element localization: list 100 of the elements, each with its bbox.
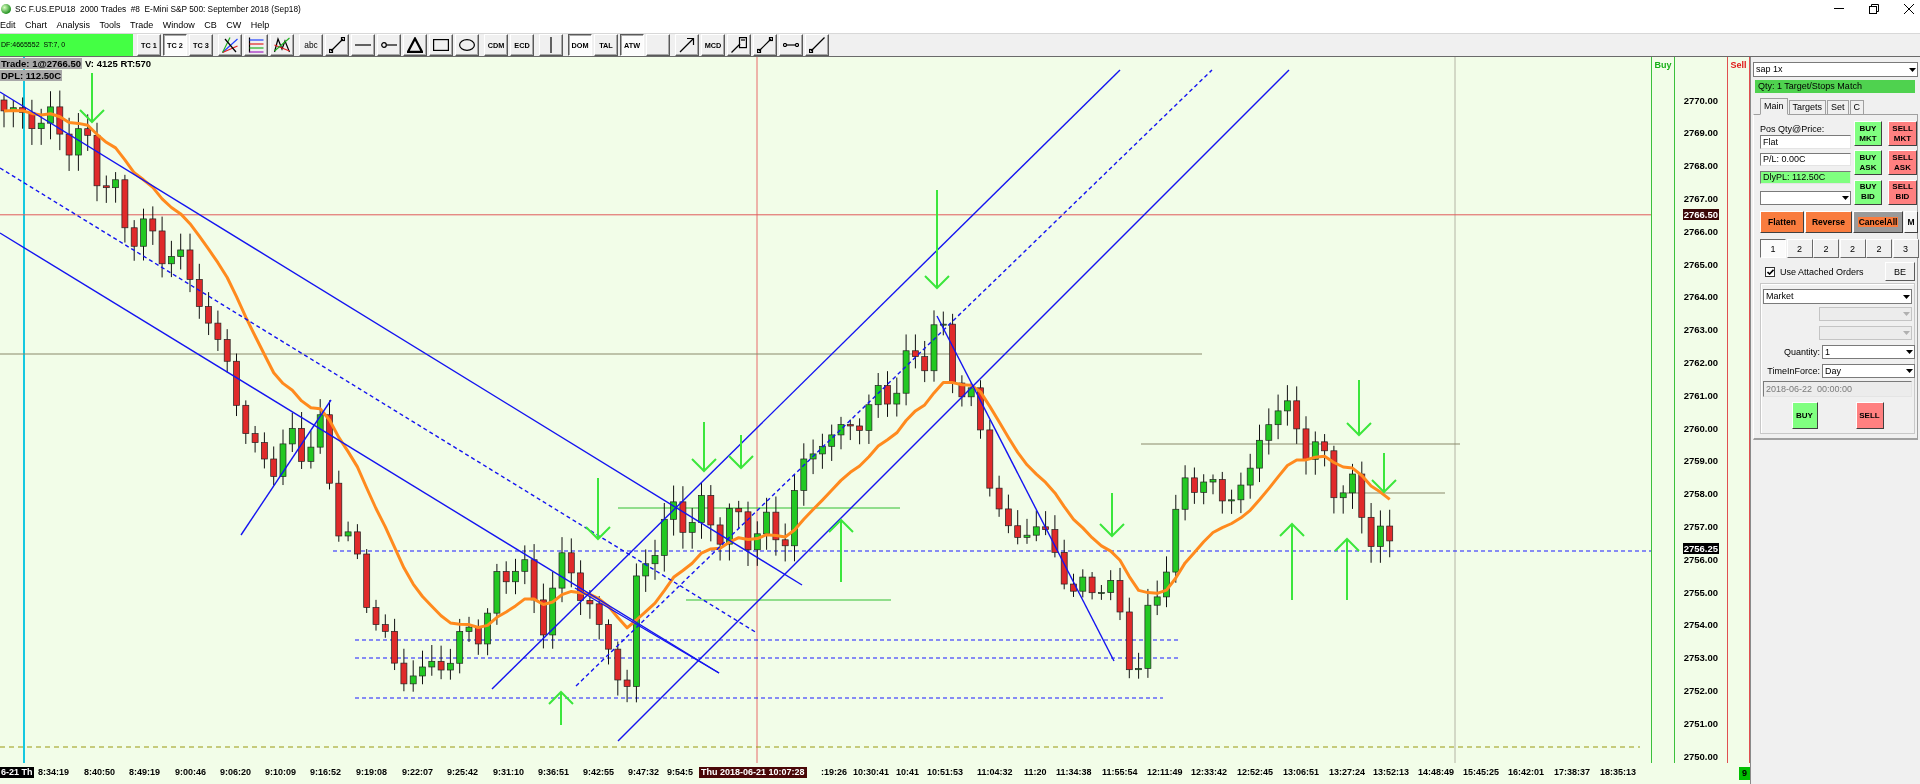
tool-button[interactable]	[325, 34, 349, 56]
account-dropdown[interactable]: sap 1x	[1753, 62, 1918, 77]
be-button[interactable]: BE	[1885, 262, 1915, 281]
time-label: 10:41	[896, 767, 920, 778]
time-label: 9:06:20	[220, 767, 252, 778]
time-label: 16:42:01	[1508, 767, 1545, 778]
order-button[interactable]: BUY BID	[1854, 179, 1882, 205]
submit-button[interactable]: BUY	[1791, 402, 1818, 429]
tab[interactable]: Targets	[1788, 100, 1827, 115]
down-arrow-icon	[1099, 492, 1125, 538]
price-label: 2756.00	[1683, 553, 1718, 565]
menu-item[interactable]: Analysis	[56, 19, 91, 31]
action-button[interactable]: CancelAll	[1853, 211, 1903, 233]
time-label: 8:34:19	[38, 767, 70, 778]
action-button[interactable]: M	[1904, 211, 1918, 233]
menu-item[interactable]: Chart	[25, 19, 48, 31]
submit-button[interactable]: SELL	[1855, 402, 1884, 429]
order-button[interactable]: SELL ASK	[1888, 150, 1917, 176]
tool-button[interactable]	[675, 34, 699, 56]
time-label: 11:34:38	[1056, 767, 1092, 778]
line-segment-icon	[329, 37, 345, 53]
time-label: 12:52:45	[1237, 767, 1274, 778]
price-label: 2758.00	[1683, 488, 1718, 500]
order-button[interactable]: BUY MKT	[1854, 121, 1882, 146]
checkbox[interactable]	[1765, 266, 1775, 277]
dropdown-field[interactable]	[1760, 191, 1851, 205]
time-label: 12:33:42	[1191, 767, 1228, 778]
order-button[interactable]: BUY ASK	[1854, 150, 1882, 176]
time-label: 13:27:24	[1329, 767, 1366, 778]
time-in-force-dropdown[interactable]: Day	[1822, 364, 1915, 378]
position-field: Flat	[1760, 135, 1851, 149]
tool-button[interactable]	[244, 34, 268, 56]
time-label: 9:25:42	[447, 767, 479, 778]
time-label: 9:22:07	[402, 767, 434, 778]
tool-button[interactable]	[429, 34, 453, 56]
action-button[interactable]: Flatten	[1760, 211, 1804, 233]
time-label: 13:06:51	[1283, 767, 1320, 778]
horizontal-line-icon	[355, 44, 371, 46]
menu-item[interactable]: CW	[226, 19, 242, 31]
target-tab[interactable]: 2	[1839, 239, 1866, 258]
tab[interactable]: Set	[1827, 100, 1849, 115]
toolbar-button[interactable]	[646, 34, 670, 56]
menu-item[interactable]: CB	[204, 19, 217, 31]
menu-item[interactable]: Help	[250, 19, 270, 31]
tool-button[interactable]	[403, 34, 427, 56]
order-type-dropdown[interactable]: Market	[1763, 289, 1912, 304]
caret-icon	[1903, 331, 1910, 335]
volume-info: V: 4125 RT:570	[85, 58, 152, 69]
close-icon[interactable]	[1904, 3, 1914, 14]
down-arrow-icon	[691, 421, 717, 473]
time-label: 9:10:09	[265, 767, 297, 778]
cursor-time-label: Thu 2018-06-21 10:07:28	[699, 767, 807, 778]
time-label: :19:26	[821, 767, 847, 778]
tool-button[interactable]	[779, 34, 803, 56]
order-button[interactable]: SELL BID	[1888, 179, 1917, 205]
toolbar-button[interactable]: abc	[299, 34, 323, 56]
time-label: 11:55:54	[1102, 767, 1138, 778]
action-button[interactable]: Reverse	[1805, 211, 1852, 233]
tool-button[interactable]	[805, 34, 829, 56]
target-tab[interactable]: 2	[1866, 239, 1892, 258]
price-label: 2754.00	[1683, 619, 1718, 631]
menu-item[interactable]: Tools	[99, 19, 121, 31]
time-label: 11:04:32	[977, 767, 1013, 778]
price-label: 2765.00	[1683, 258, 1718, 270]
menu-item[interactable]: Edit	[0, 19, 16, 31]
price-label: 2755.00	[1683, 586, 1718, 598]
order-button[interactable]: SELL MKT	[1888, 121, 1917, 146]
tool-button[interactable]	[351, 34, 375, 56]
time-label: 13:52:13	[1373, 767, 1410, 778]
time-label: 9:42:55	[583, 767, 615, 778]
tool-button[interactable]	[753, 34, 777, 56]
tool-button[interactable]	[539, 34, 563, 56]
price-label: 2752.00	[1683, 684, 1718, 696]
price-label: 2750.00	[1683, 750, 1718, 762]
tool-button[interactable]	[455, 34, 479, 56]
field-label: Pos Qty@Price:	[1760, 123, 1826, 135]
pl-field: P/L: 0.00C	[1760, 153, 1851, 166]
up-arrow-icon	[1334, 537, 1360, 601]
field-label: Quantity:	[1782, 347, 1821, 357]
time-label: 9:54:5	[667, 767, 693, 778]
time-label: 9:16:52	[310, 767, 342, 778]
tab[interactable]: C	[1849, 100, 1865, 115]
menu-item[interactable]: Window	[162, 19, 195, 31]
restore-icon[interactable]	[1869, 3, 1879, 14]
quantity-dropdown[interactable]: 1	[1822, 345, 1915, 359]
tool-button[interactable]	[270, 34, 294, 56]
tool-button[interactable]	[377, 34, 401, 56]
tool-button[interactable]	[727, 34, 751, 56]
tool-button[interactable]	[218, 34, 242, 56]
zigzag-lines-icon	[274, 37, 290, 53]
time-label: 12:11:49	[1147, 767, 1183, 778]
target-tab[interactable]: 3	[1892, 239, 1919, 258]
down-arrow-icon	[1346, 379, 1372, 437]
target-tab[interactable]: 2	[1813, 239, 1839, 258]
target-tab[interactable]: 1	[1760, 239, 1786, 258]
price-label: 2759.00	[1683, 455, 1718, 467]
target-tab[interactable]: 2	[1786, 239, 1813, 258]
time-label: 8:49:19	[129, 767, 161, 778]
menu-item[interactable]: Trade	[130, 19, 154, 31]
tab[interactable]: Main	[1760, 98, 1788, 115]
